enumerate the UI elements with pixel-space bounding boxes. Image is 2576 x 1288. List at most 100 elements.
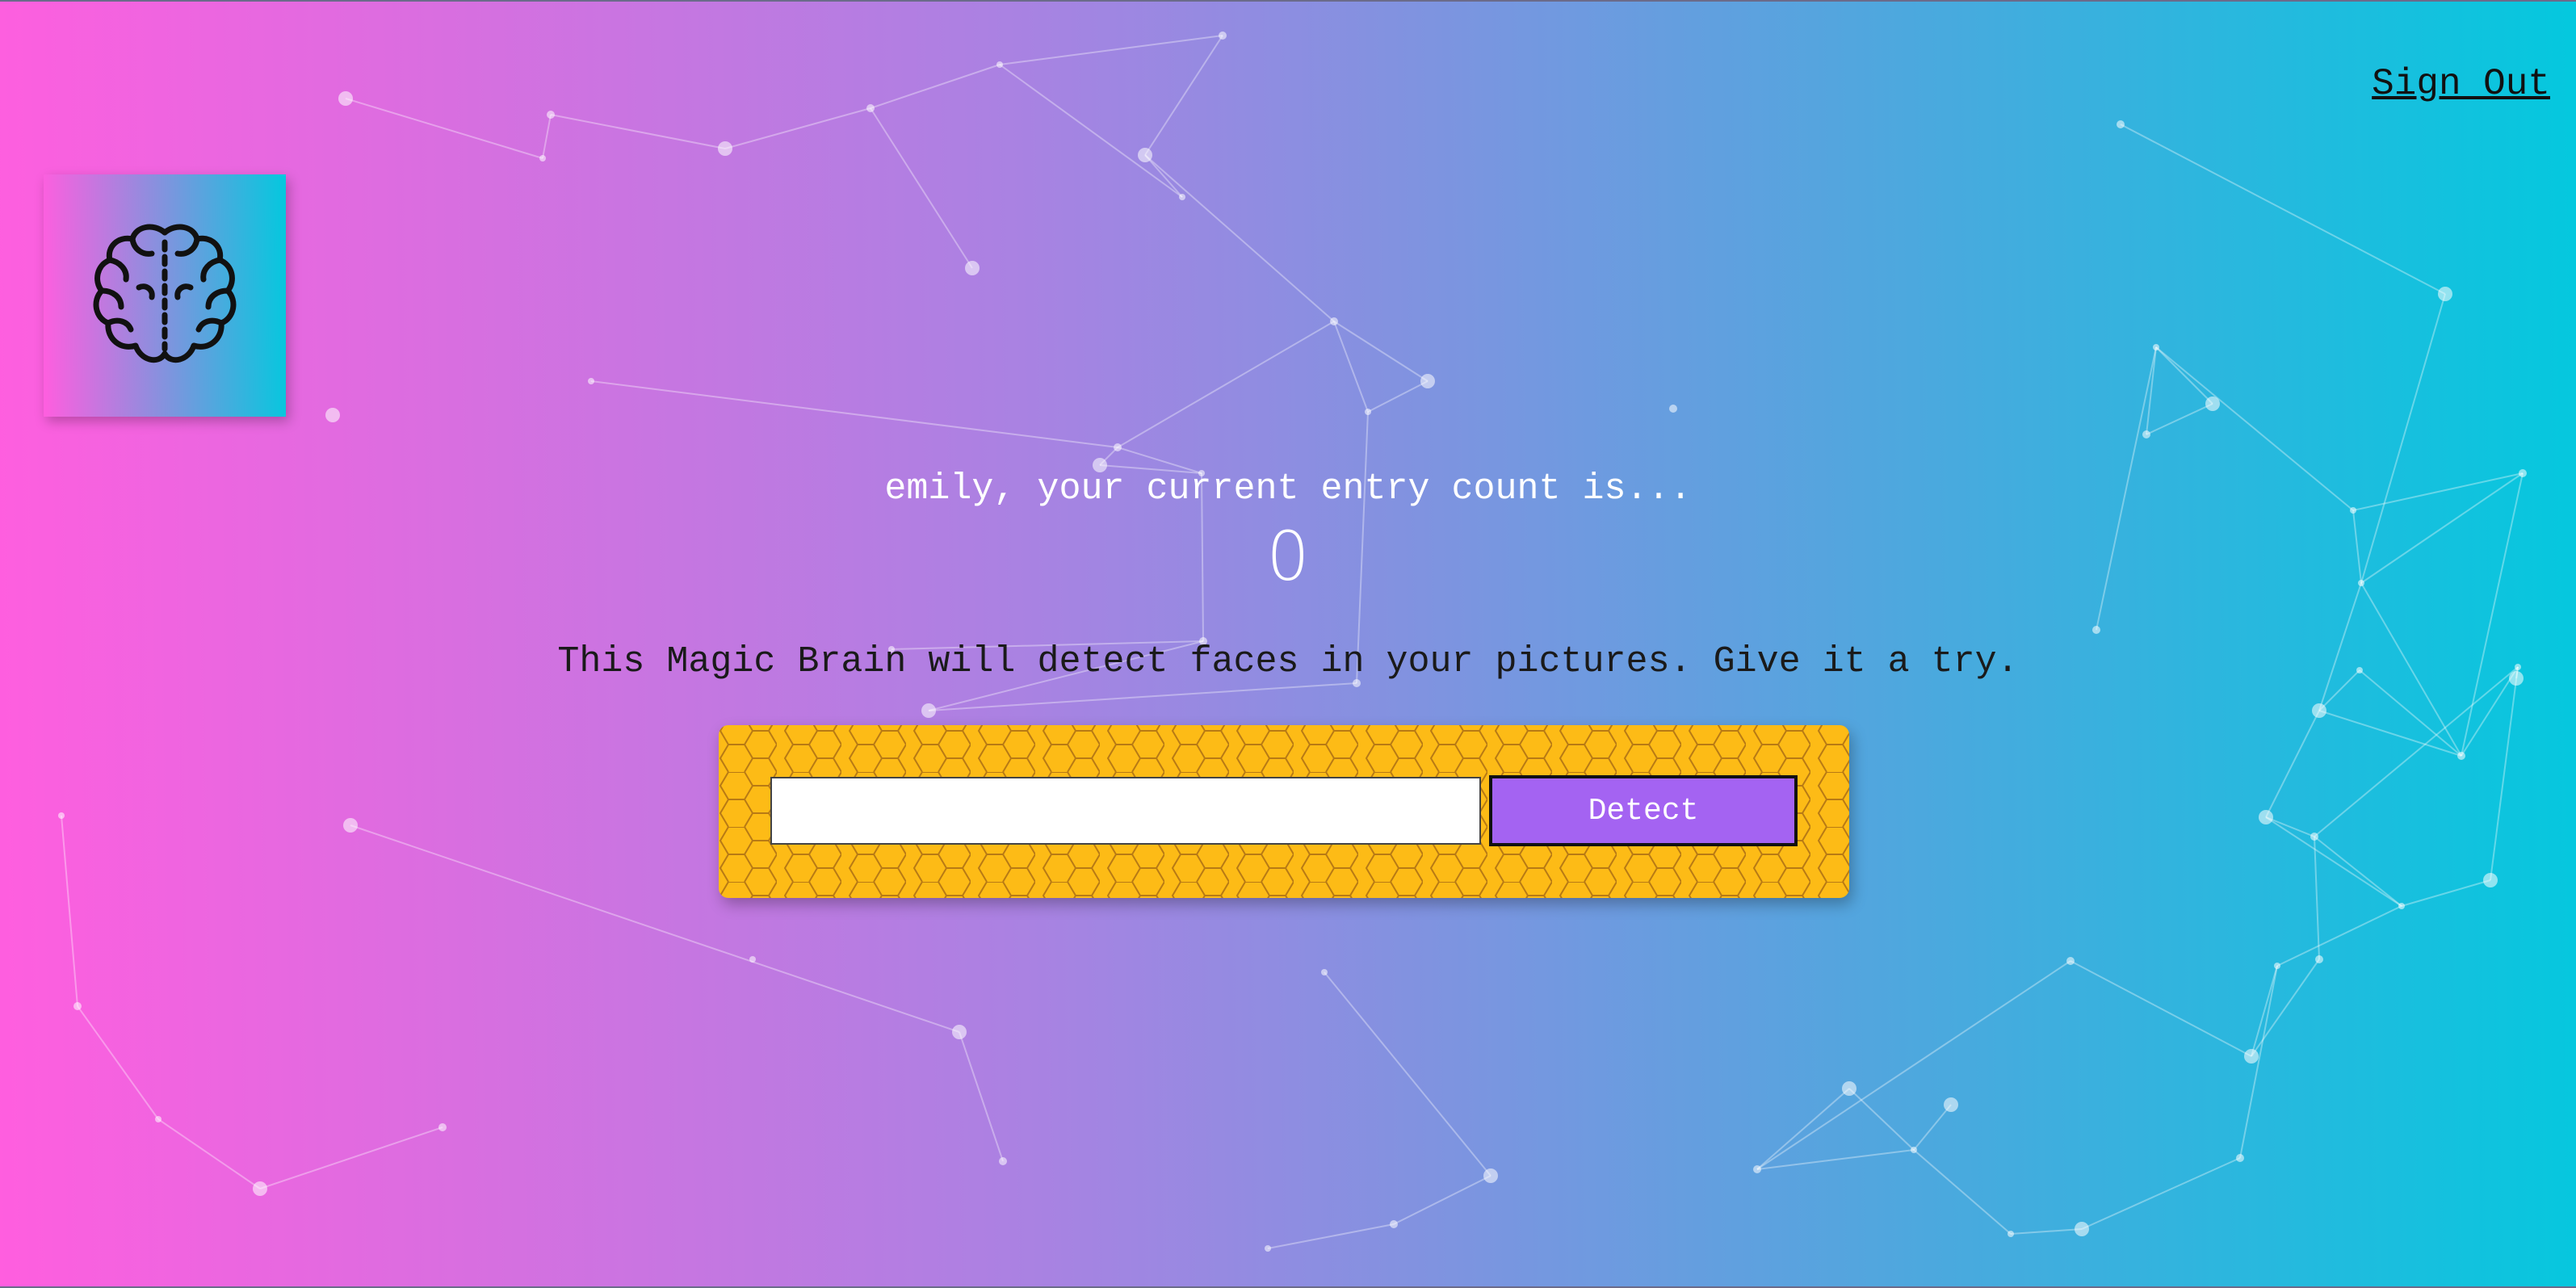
- particle-link: [542, 114, 552, 159]
- particle-dot: [2310, 833, 2318, 841]
- particle-link: [999, 35, 1223, 65]
- particle-dot: [999, 1157, 1007, 1165]
- particle-dot: [2092, 626, 2100, 634]
- particle-dot: [338, 91, 353, 106]
- particle-dot: [1483, 1168, 1498, 1183]
- particle-dot: [2205, 396, 2220, 411]
- particle-link: [2010, 1228, 2083, 1235]
- particle-link: [2265, 816, 2402, 907]
- particle-dot: [2312, 703, 2326, 718]
- particle-link: [1913, 1149, 2012, 1235]
- particle-dot: [2117, 120, 2125, 128]
- particle-dot: [1669, 405, 1677, 413]
- particle-link: [999, 64, 1183, 198]
- particle-link: [2314, 836, 2402, 907]
- particle-link: [1367, 380, 1429, 413]
- particle-dot: [2142, 430, 2150, 438]
- particle-dot: [749, 956, 756, 963]
- particle-dot: [2315, 955, 2323, 963]
- particle-dot: [718, 141, 732, 156]
- particle-link: [1848, 1088, 1915, 1151]
- particle-link: [2120, 124, 2446, 295]
- particle-link: [2490, 666, 2519, 881]
- particle-dot: [1365, 409, 1371, 415]
- particle-dot: [1911, 1147, 1917, 1153]
- particle-dot: [547, 111, 555, 119]
- particle-dot: [2438, 287, 2452, 301]
- particle-dot: [1390, 1220, 1398, 1228]
- particle-link: [1913, 1104, 1952, 1151]
- particle-link: [2155, 346, 2213, 405]
- particle-link: [259, 1126, 443, 1189]
- particle-dot: [2008, 1231, 2014, 1237]
- particle-dot: [965, 261, 980, 275]
- particle-dot: [2236, 1154, 2244, 1162]
- particle-dot: [1321, 969, 1328, 975]
- detect-button[interactable]: Detect: [1489, 775, 1798, 846]
- particle-dot: [1944, 1097, 1958, 1112]
- particle-dot: [996, 61, 1003, 68]
- particle-link: [2265, 710, 2320, 818]
- particle-link: [2251, 965, 2278, 1057]
- particle-link: [2251, 959, 2320, 1057]
- particle-link: [2314, 666, 2519, 837]
- particle-dot: [1753, 1165, 1761, 1173]
- particle-dot: [155, 1116, 162, 1122]
- entry-count-message: emily, your current entry count is...: [884, 468, 1692, 510]
- particle-dot: [438, 1123, 447, 1131]
- entry-count-value: 0: [1266, 517, 1310, 596]
- particle-dot: [325, 408, 340, 422]
- particle-link: [928, 682, 1357, 711]
- particle-link: [1144, 154, 1335, 322]
- particle-link: [2318, 710, 2462, 757]
- particle-dot: [58, 812, 65, 819]
- brain-icon: [93, 224, 237, 363]
- particle-dot: [1842, 1081, 1856, 1096]
- particle-dot: [2075, 1222, 2089, 1236]
- particle-link: [2359, 669, 2462, 757]
- particle-dot: [921, 703, 936, 718]
- particle-link: [2401, 879, 2491, 907]
- particle-link: [2276, 905, 2402, 967]
- particle-link: [2146, 346, 2157, 435]
- particle-dot: [1330, 317, 1338, 325]
- particle-dot: [2259, 810, 2273, 824]
- particle-link: [345, 98, 543, 159]
- particle-dot: [2274, 963, 2280, 969]
- particle-dot: [866, 104, 875, 112]
- particle-dot: [2153, 344, 2159, 350]
- particle-link: [1117, 321, 1335, 448]
- particle-dot: [2398, 903, 2405, 909]
- particle-link: [2314, 836, 2320, 960]
- particle-dot: [1420, 374, 1435, 388]
- sign-out-link[interactable]: Sign Out: [2372, 63, 2550, 105]
- particle-link: [1393, 1175, 1491, 1225]
- particle-link: [1333, 321, 1369, 413]
- particle-link: [1144, 35, 1223, 156]
- particle-link: [1324, 971, 1491, 1177]
- particle-dot: [2483, 873, 2498, 887]
- particle-link: [870, 64, 1001, 109]
- particle-link: [1756, 960, 2071, 1170]
- particle-link: [550, 114, 726, 149]
- particle-link: [959, 1031, 1004, 1162]
- particle-link: [590, 380, 1118, 448]
- particle-link: [1144, 154, 1183, 198]
- particle-dot: [1179, 194, 1185, 200]
- particle-dot: [73, 1002, 82, 1010]
- particle-link: [724, 107, 871, 149]
- particle-dot: [588, 378, 594, 384]
- particle-link: [2146, 403, 2213, 435]
- particle-dot: [253, 1181, 267, 1196]
- logo-tile[interactable]: [44, 174, 286, 417]
- particle-dot: [539, 155, 546, 162]
- particle-link: [61, 815, 78, 1007]
- particle-link: [2239, 965, 2278, 1159]
- particle-dot: [2244, 1049, 2259, 1064]
- image-url-input[interactable]: [770, 777, 1481, 845]
- particle-dot: [2457, 752, 2465, 760]
- particle-link: [1333, 321, 1429, 382]
- top-border: [0, 0, 2576, 2]
- particle-dot: [1219, 31, 1227, 40]
- particle-dot: [952, 1025, 967, 1039]
